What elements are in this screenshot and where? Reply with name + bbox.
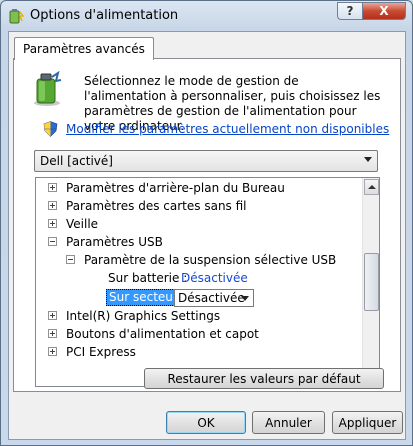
tree-item-label: Boutons d'alimentation et capot xyxy=(66,327,259,341)
tree-item-label: Paramètres des cartes sans fil xyxy=(66,199,247,213)
expand-plus-icon[interactable] xyxy=(48,347,57,356)
arrow-up-icon xyxy=(368,185,376,189)
battery-power-icon xyxy=(34,71,62,106)
chevron-down-icon xyxy=(241,296,249,301)
restore-defaults-button[interactable]: Restaurer les valeurs par défaut xyxy=(144,368,384,389)
advanced-settings-panel: Sélectionnez le mode de gestion de l'ali… xyxy=(13,58,401,392)
expand-plus-icon[interactable] xyxy=(48,183,57,192)
tree-item-label: PCI Express xyxy=(66,345,136,359)
power-options-icon xyxy=(9,9,24,24)
cancel-button[interactable]: Annuler xyxy=(252,411,325,434)
dialog-client-area: Paramètres avancés Sélectionnez le mode … xyxy=(8,31,406,440)
power-plan-value: Dell [activé] xyxy=(40,154,113,168)
plugged-in-select[interactable]: Désactivée xyxy=(174,289,254,307)
tree-item-label: Paramètres d'arrière-plan du Bureau xyxy=(66,181,285,195)
tree-item-label: Intel(R) Graphics Settings xyxy=(66,309,221,323)
collapse-minus-icon[interactable] xyxy=(48,237,57,246)
scroll-up-button[interactable] xyxy=(364,179,379,195)
tab-advanced-settings[interactable]: Paramètres avancés xyxy=(14,37,154,60)
tree-scrollbar[interactable] xyxy=(362,178,379,386)
close-icon: X xyxy=(379,4,389,18)
title-bar[interactable]: Options d'alimentation ? X xyxy=(1,1,412,31)
on-battery-label: Sur batterie : xyxy=(108,271,188,285)
close-button[interactable]: X xyxy=(362,2,406,20)
uac-shield-icon xyxy=(43,121,58,137)
expand-plus-icon[interactable] xyxy=(48,311,57,320)
tree-item-label: Paramètres USB xyxy=(66,235,163,249)
expand-plus-icon[interactable] xyxy=(48,201,57,210)
settings-tree[interactable]: Paramètres d'arrière-plan du Bureau Para… xyxy=(35,177,380,387)
tree-item-label: Veille xyxy=(66,217,99,231)
apply-button[interactable]: Appliquer xyxy=(332,411,403,434)
change-unavailable-settings-link[interactable]: Modifier les paramètres actuellement non… xyxy=(66,122,389,136)
expand-plus-icon[interactable] xyxy=(48,219,57,228)
power-plan-select[interactable]: Dell [activé] xyxy=(34,150,378,172)
ok-button[interactable]: OK xyxy=(166,411,246,434)
help-button[interactable]: ? xyxy=(337,2,363,20)
plugged-in-value: Désactivée xyxy=(178,291,245,305)
expand-plus-icon[interactable] xyxy=(48,329,57,338)
on-battery-value[interactable]: Désactivée xyxy=(181,269,248,287)
scrollbar-thumb[interactable] xyxy=(364,253,379,311)
tree-item-label: Paramètre de la suspension sélective USB xyxy=(84,253,337,267)
help-icon: ? xyxy=(346,4,354,18)
chevron-down-icon xyxy=(364,157,372,162)
window-title: Options d'alimentation xyxy=(30,8,179,23)
power-options-window: Options d'alimentation ? X Paramètres av… xyxy=(0,0,413,446)
collapse-minus-icon[interactable] xyxy=(66,255,75,264)
